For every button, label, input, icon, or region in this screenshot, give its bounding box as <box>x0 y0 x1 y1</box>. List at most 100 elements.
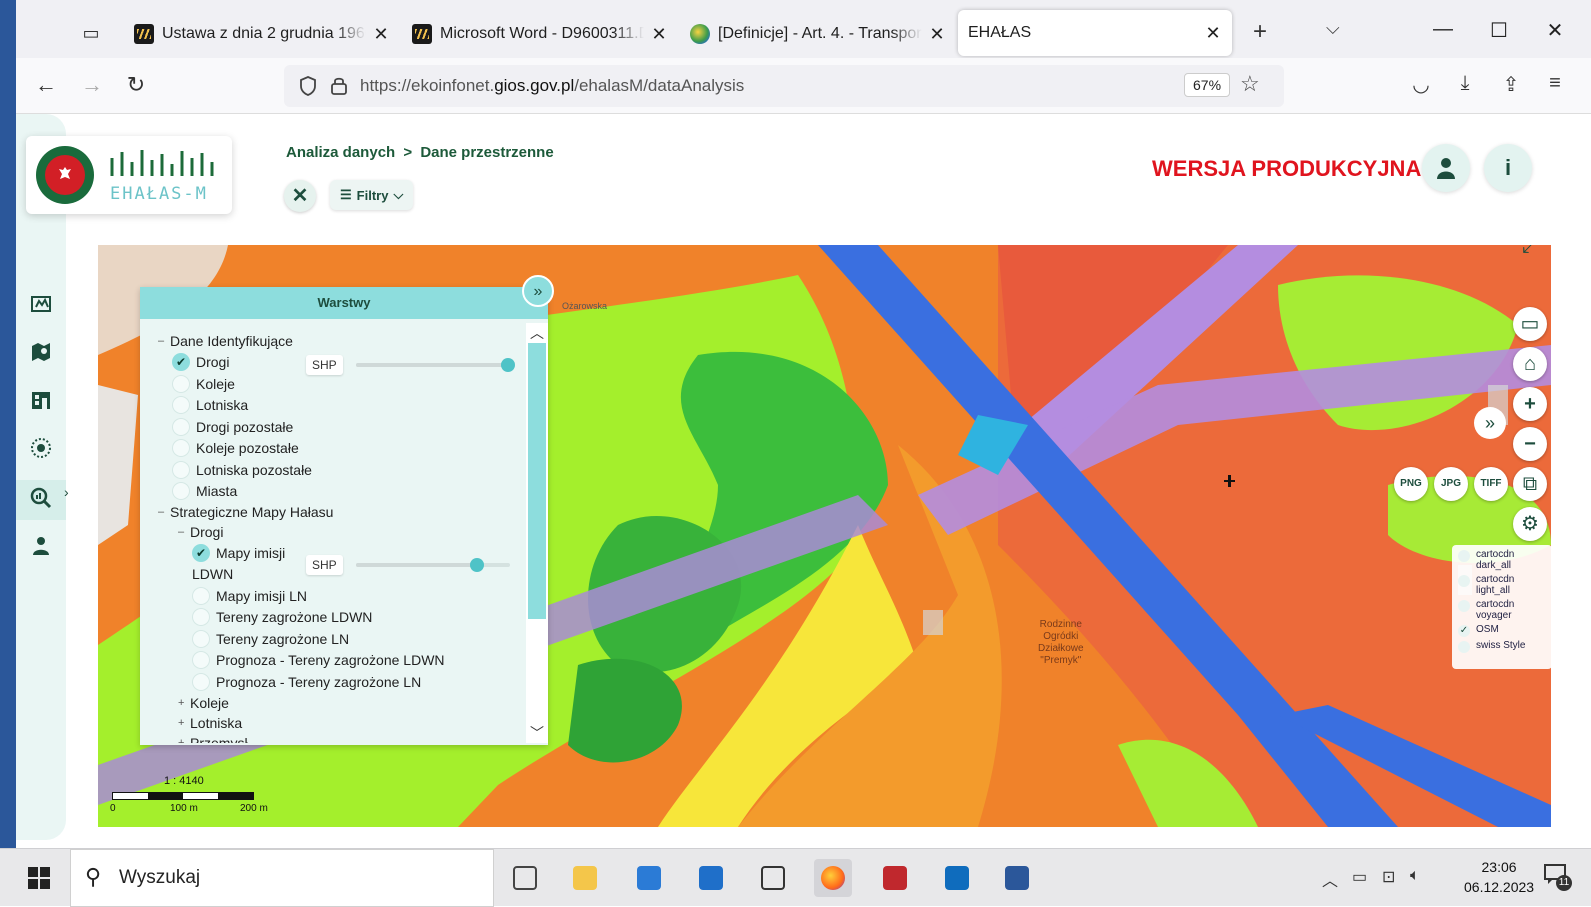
outlook-icon[interactable] <box>938 859 976 897</box>
expand-plus-icon[interactable]: + <box>178 717 190 729</box>
back-arrow-icon[interactable]: ← <box>32 72 60 98</box>
checkbox[interactable] <box>172 482 190 500</box>
subgroup-koleje[interactable]: + Koleje <box>178 695 229 711</box>
tab-ehalas[interactable]: EHAŁAS ✕ <box>958 10 1232 56</box>
close-tab-icon[interactable]: ✕ <box>372 24 390 45</box>
word-icon[interactable] <box>998 859 1036 897</box>
shp-download-button[interactable]: SHP <box>306 355 343 375</box>
filters-button[interactable]: ☰ Filtry ⌵ <box>330 180 414 210</box>
layer-lotniska[interactable]: Lotniska <box>172 396 248 414</box>
noise-map[interactable]: Ożarowska Rodzinne Ogródki Działkowe "Pr… <box>98 245 1551 827</box>
expand-plus-icon[interactable]: + <box>178 697 190 709</box>
basemap-option[interactable]: swiss Style <box>1458 640 1546 653</box>
maximize-icon[interactable]: ☐ <box>1484 18 1514 43</box>
scroll-down-chevron-icon[interactable]: ﹀ <box>530 723 544 743</box>
noise-dots-icon[interactable] <box>29 436 53 460</box>
tray-chevron-up-icon[interactable]: ︿ <box>1322 867 1338 891</box>
opacity-slider-mapy-imisji[interactable] <box>356 558 510 572</box>
security-shield-icon[interactable] <box>876 859 914 897</box>
basemap-option[interactable]: cartocdn light_all <box>1458 574 1546 596</box>
layer-koleje-pozostale[interactable]: Koleje pozostałe <box>172 439 299 457</box>
cube-app-icon[interactable] <box>754 859 792 897</box>
open-external-icon[interactable]: ⧉ <box>1513 467 1547 501</box>
volume-icon[interactable]: 🔈︎ <box>1410 867 1420 885</box>
layer-drogi-pozostale[interactable]: Drogi pozostałe <box>172 418 293 436</box>
user-settings-icon[interactable] <box>29 534 53 558</box>
app-logo[interactable]: EHAŁAS-M <box>26 136 232 214</box>
checkbox[interactable] <box>172 418 190 436</box>
expand-right-chevron-icon[interactable]: » <box>1474 407 1506 439</box>
layer-prognoza-ldwn[interactable]: Prognoza - Tereny zagrożone LDWN <box>192 651 445 669</box>
radio[interactable] <box>1458 641 1470 653</box>
firefox-icon[interactable] <box>814 859 852 897</box>
map-icon[interactable] <box>29 292 53 316</box>
group-dane-identyfikujace[interactable]: – Dane Identyfikujące <box>158 333 293 349</box>
store-icon[interactable] <box>630 859 668 897</box>
slider-knob[interactable] <box>501 358 515 372</box>
checkbox-checked[interactable]: ✔ <box>192 544 210 562</box>
checkbox[interactable] <box>192 630 210 648</box>
radio[interactable] <box>1458 550 1470 562</box>
sidebar-expand-chevron-icon[interactable]: › <box>64 484 69 500</box>
reload-icon[interactable]: ↻ <box>122 72 150 98</box>
close-window-icon[interactable]: ✕ <box>1540 18 1570 43</box>
address-bar[interactable]: https://ekoinfonet.gios.gov.pl/ehalasM/d… <box>284 65 1284 107</box>
battery-icon[interactable]: ▭ <box>1352 867 1367 887</box>
home-icon[interactable]: ⌂ <box>1513 347 1547 381</box>
taskbar-search[interactable]: ⚲ Wyszukaj <box>70 849 494 907</box>
checkbox[interactable] <box>172 461 190 479</box>
opacity-slider-drogi[interactable] <box>356 358 515 372</box>
layer-koleje[interactable]: Koleje <box>172 375 235 393</box>
chevron-down-icon[interactable]: ⌵ <box>1326 18 1340 39</box>
basemap-option[interactable]: cartocdn dark_all <box>1458 549 1546 571</box>
tab-ustawa[interactable]: Ustawa z dnia 2 grudnia 1960 r. ✕ <box>134 12 390 56</box>
tab-word[interactable]: Microsoft Word - D9600311.DOC ✕ <box>412 12 668 56</box>
layer-tereny-ldwn[interactable]: Tereny zagrożone LDWN <box>192 608 372 626</box>
subgroup-drogi[interactable]: – Drogi <box>178 524 223 540</box>
radio[interactable] <box>1458 575 1470 587</box>
export-jpg-button[interactable]: JPG <box>1434 467 1468 501</box>
layer-mapy-imisji-ln[interactable]: Mapy imisji LN <box>192 587 307 605</box>
download-icon[interactable]: ⤓ <box>1450 72 1480 95</box>
group-strategiczne-mapy-halasu[interactable]: – Strategiczne Mapy Hałasu <box>158 504 333 520</box>
checkbox[interactable] <box>172 375 190 393</box>
extent-frame-icon[interactable]: ▭ <box>1513 307 1547 341</box>
bookmark-star-icon[interactable]: ☆ <box>1240 71 1260 97</box>
basemap-option[interactable]: cartocdn voyager <box>1458 599 1546 621</box>
task-view-icon[interactable] <box>506 859 544 897</box>
collapse-panel-chevron-icon[interactable]: » <box>522 275 554 307</box>
checkbox-checked[interactable]: ✔ <box>172 353 190 371</box>
menu-icon[interactable]: ≡ <box>1540 72 1570 95</box>
subgroup-lotniska[interactable]: + Lotniska <box>178 715 242 731</box>
layer-mapy-imisji-ldwn[interactable]: ✔ Mapy imisji <box>192 544 285 562</box>
collapse-minus-icon[interactable]: – <box>158 506 170 518</box>
pocket-icon[interactable]: ◡ <box>1406 72 1436 97</box>
radio-checked[interactable]: ✓ <box>1458 625 1470 637</box>
close-tab-icon[interactable]: ✕ <box>1204 23 1222 44</box>
export-png-button[interactable]: PNG <box>1394 467 1428 501</box>
taskbar-clock[interactable]: 23:06 06.12.2023 <box>1464 857 1534 897</box>
extensions-icon[interactable]: ⇪ <box>1496 72 1526 97</box>
basemap-option-selected[interactable]: ✓ OSM <box>1458 624 1546 637</box>
zoom-level[interactable]: 67% <box>1184 73 1231 97</box>
layer-tereny-ln[interactable]: Tereny zagrożone LN <box>192 630 349 648</box>
collapse-minus-icon[interactable]: – <box>158 335 170 347</box>
shp-download-button[interactable]: SHP <box>306 555 343 575</box>
checkbox[interactable] <box>192 651 210 669</box>
export-tiff-button[interactable]: TIFF <box>1474 467 1508 501</box>
minimize-icon[interactable]: — <box>1428 18 1458 41</box>
breadcrumb-parent[interactable]: Analiza danych <box>286 144 395 161</box>
windows-start-icon[interactable] <box>28 867 50 889</box>
buildings-icon[interactable] <box>29 388 53 412</box>
close-filter-button[interactable]: ✕ <box>284 180 316 212</box>
mail-icon[interactable] <box>692 859 730 897</box>
layers-scrollbar[interactable]: ︿ ﹀ <box>526 323 548 743</box>
info-button[interactable]: i <box>1484 144 1532 192</box>
layer-drogi[interactable]: ✔ Drogi <box>172 353 229 371</box>
tab-list-icon[interactable]: ▭ <box>78 20 104 46</box>
radio[interactable] <box>1458 600 1470 612</box>
tab-definicje[interactable]: [Definicje] - Art. 4. - Transport kolejo… <box>690 12 946 56</box>
network-icon[interactable]: ⊡ <box>1382 867 1395 887</box>
user-account-button[interactable] <box>1422 144 1470 192</box>
data-analysis-icon[interactable] <box>29 486 53 510</box>
